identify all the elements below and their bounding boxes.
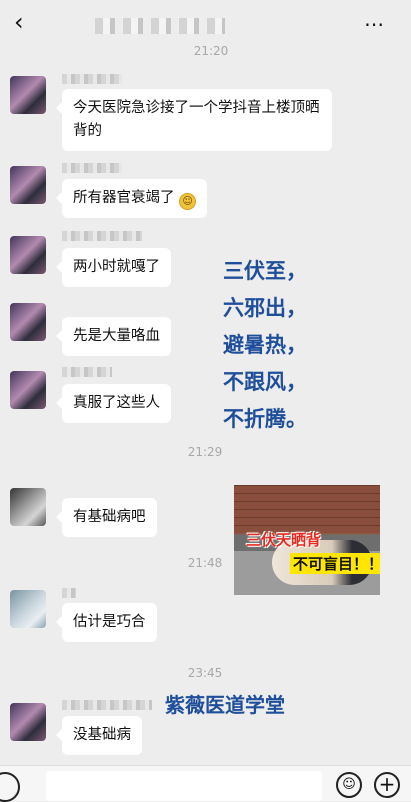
timestamp: 21:29 <box>187 445 223 459</box>
voice-icon[interactable] <box>0 772 20 802</box>
message-text: 今天医院急诊接了一个学抖音上楼顶晒背的 <box>73 100 320 139</box>
sender-nickname <box>62 163 122 173</box>
photo-caption-red: 三伏天晒背 <box>246 531 322 549</box>
message-bubble[interactable]: 没基础病 <box>56 716 142 755</box>
poem-line: 三伏至， <box>223 259 307 283</box>
message-bubble[interactable]: 两小时就嘎了 <box>56 248 171 287</box>
message-text: 先是大量咯血 <box>73 328 160 344</box>
sunbathing-photo: 三伏天晒背 不可盲目！！ <box>234 485 380 595</box>
timestamp: 21:20 <box>193 44 229 58</box>
emoji-icon[interactable]: ☺ <box>336 772 362 798</box>
message-bubble[interactable]: 今天医院急诊接了一个学抖音上楼顶晒背的 <box>56 89 332 151</box>
poem-line: 六邪出， <box>223 296 307 320</box>
input-bar: ☺ + <box>0 765 411 802</box>
message-bubble[interactable]: 先是大量咯血 <box>56 317 171 356</box>
avatar[interactable] <box>10 303 46 341</box>
plus-icon[interactable]: + <box>374 772 400 798</box>
message-bubble[interactable]: 所有器官衰竭了 ☺ <box>55 179 208 218</box>
back-icon[interactable]: ‹ <box>14 8 24 36</box>
top-bar: ‹ ⋯ <box>0 0 411 44</box>
message-text: 没基础病 <box>73 727 131 743</box>
avatar[interactable] <box>10 590 46 628</box>
watermark: 紫薇医道学堂 <box>165 693 285 717</box>
more-options-icon[interactable]: ⋯ <box>364 12 385 36</box>
avatar[interactable] <box>10 488 46 526</box>
message-text: 估计是巧合 <box>73 614 146 630</box>
sender-nickname <box>62 700 152 710</box>
avatar[interactable] <box>10 76 46 114</box>
poem-overlay: 三伏至， 六邪出， 避暑热， 不跟风， 不折腾。 <box>223 253 307 438</box>
message-text: 所有器官衰竭了 <box>73 190 175 206</box>
message-input[interactable] <box>46 771 322 801</box>
sender-nickname <box>62 231 142 241</box>
photo-caption-yellow: 不可盲目！！ <box>290 553 380 574</box>
chat-title-obscured <box>95 18 225 34</box>
brick-wall <box>234 485 380 533</box>
avatar[interactable] <box>10 703 46 741</box>
message-text: 两小时就嘎了 <box>73 259 160 275</box>
avatar[interactable] <box>10 166 46 204</box>
timestamp: 21:48 <box>187 556 223 570</box>
poem-line: 避暑热， <box>223 333 307 357</box>
sender-nickname <box>62 588 76 598</box>
message-bubble[interactable]: 估计是巧合 <box>56 603 157 642</box>
sender-nickname <box>62 74 122 84</box>
sweat-smile-emoji-icon: ☺ <box>179 193 197 210</box>
message-text: 真服了这些人 <box>73 395 160 411</box>
message-text: 有基础病吧 <box>73 509 146 525</box>
poem-line: 不跟风， <box>223 370 307 394</box>
message-bubble[interactable]: 真服了这些人 <box>56 384 171 423</box>
poem-line: 不折腾。 <box>223 407 307 431</box>
sender-nickname <box>62 367 112 377</box>
avatar[interactable] <box>10 236 46 274</box>
timestamp: 23:45 <box>187 666 223 680</box>
avatar[interactable] <box>10 371 46 409</box>
message-bubble[interactable]: 有基础病吧 <box>56 498 157 537</box>
